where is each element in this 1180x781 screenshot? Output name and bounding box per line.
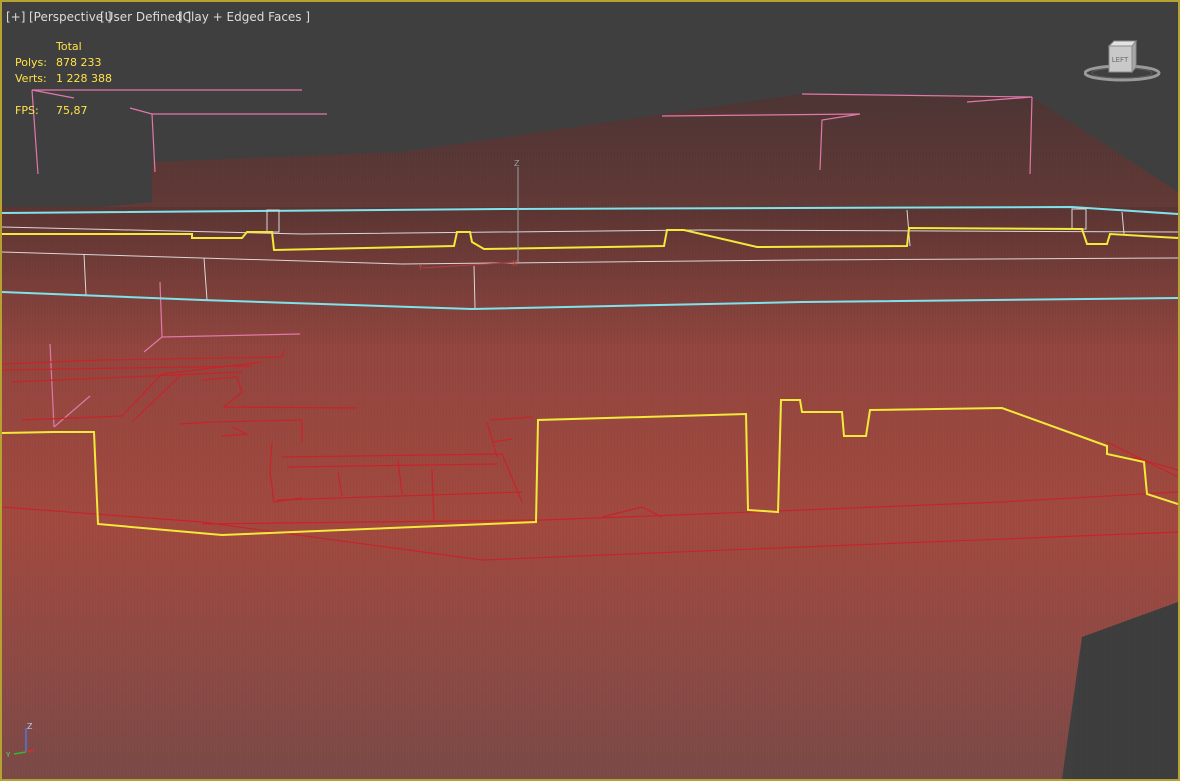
stats-polys-label: Polys: <box>15 56 47 69</box>
viewcube-face-label[interactable]: LEFT <box>1112 56 1129 64</box>
3d-viewport[interactable]: Z X Y [+] [Perspective ] [User Defined ]… <box>0 0 1180 781</box>
tripod-z-label: Z <box>27 722 33 731</box>
viewport-shading-menu[interactable]: [Clay + Edged Faces ] <box>178 10 310 24</box>
gizmo-y-label: Y <box>417 263 423 272</box>
viewport-plus-menu[interactable]: [+] <box>6 10 25 24</box>
tripod-y-label: Y <box>6 751 11 759</box>
viewport-scene[interactable]: Z X Y <box>2 2 1178 779</box>
stats-verts-value: 1 228 388 <box>56 72 112 85</box>
stats-fps-label: FPS: <box>15 104 39 117</box>
viewcube[interactable]: LEFT <box>1084 38 1164 90</box>
stats-verts-label: Verts: <box>15 72 47 85</box>
gizmo-x-label: X <box>512 259 518 268</box>
mesh-scanlines <box>2 152 1178 779</box>
stats-total-header: Total <box>56 40 82 53</box>
stats-fps-value: 75,87 <box>56 104 88 117</box>
stats-polys-value: 878 233 <box>56 56 102 69</box>
gizmo-z-label: Z <box>514 159 520 168</box>
axis-tripod: Z Y <box>6 722 35 759</box>
